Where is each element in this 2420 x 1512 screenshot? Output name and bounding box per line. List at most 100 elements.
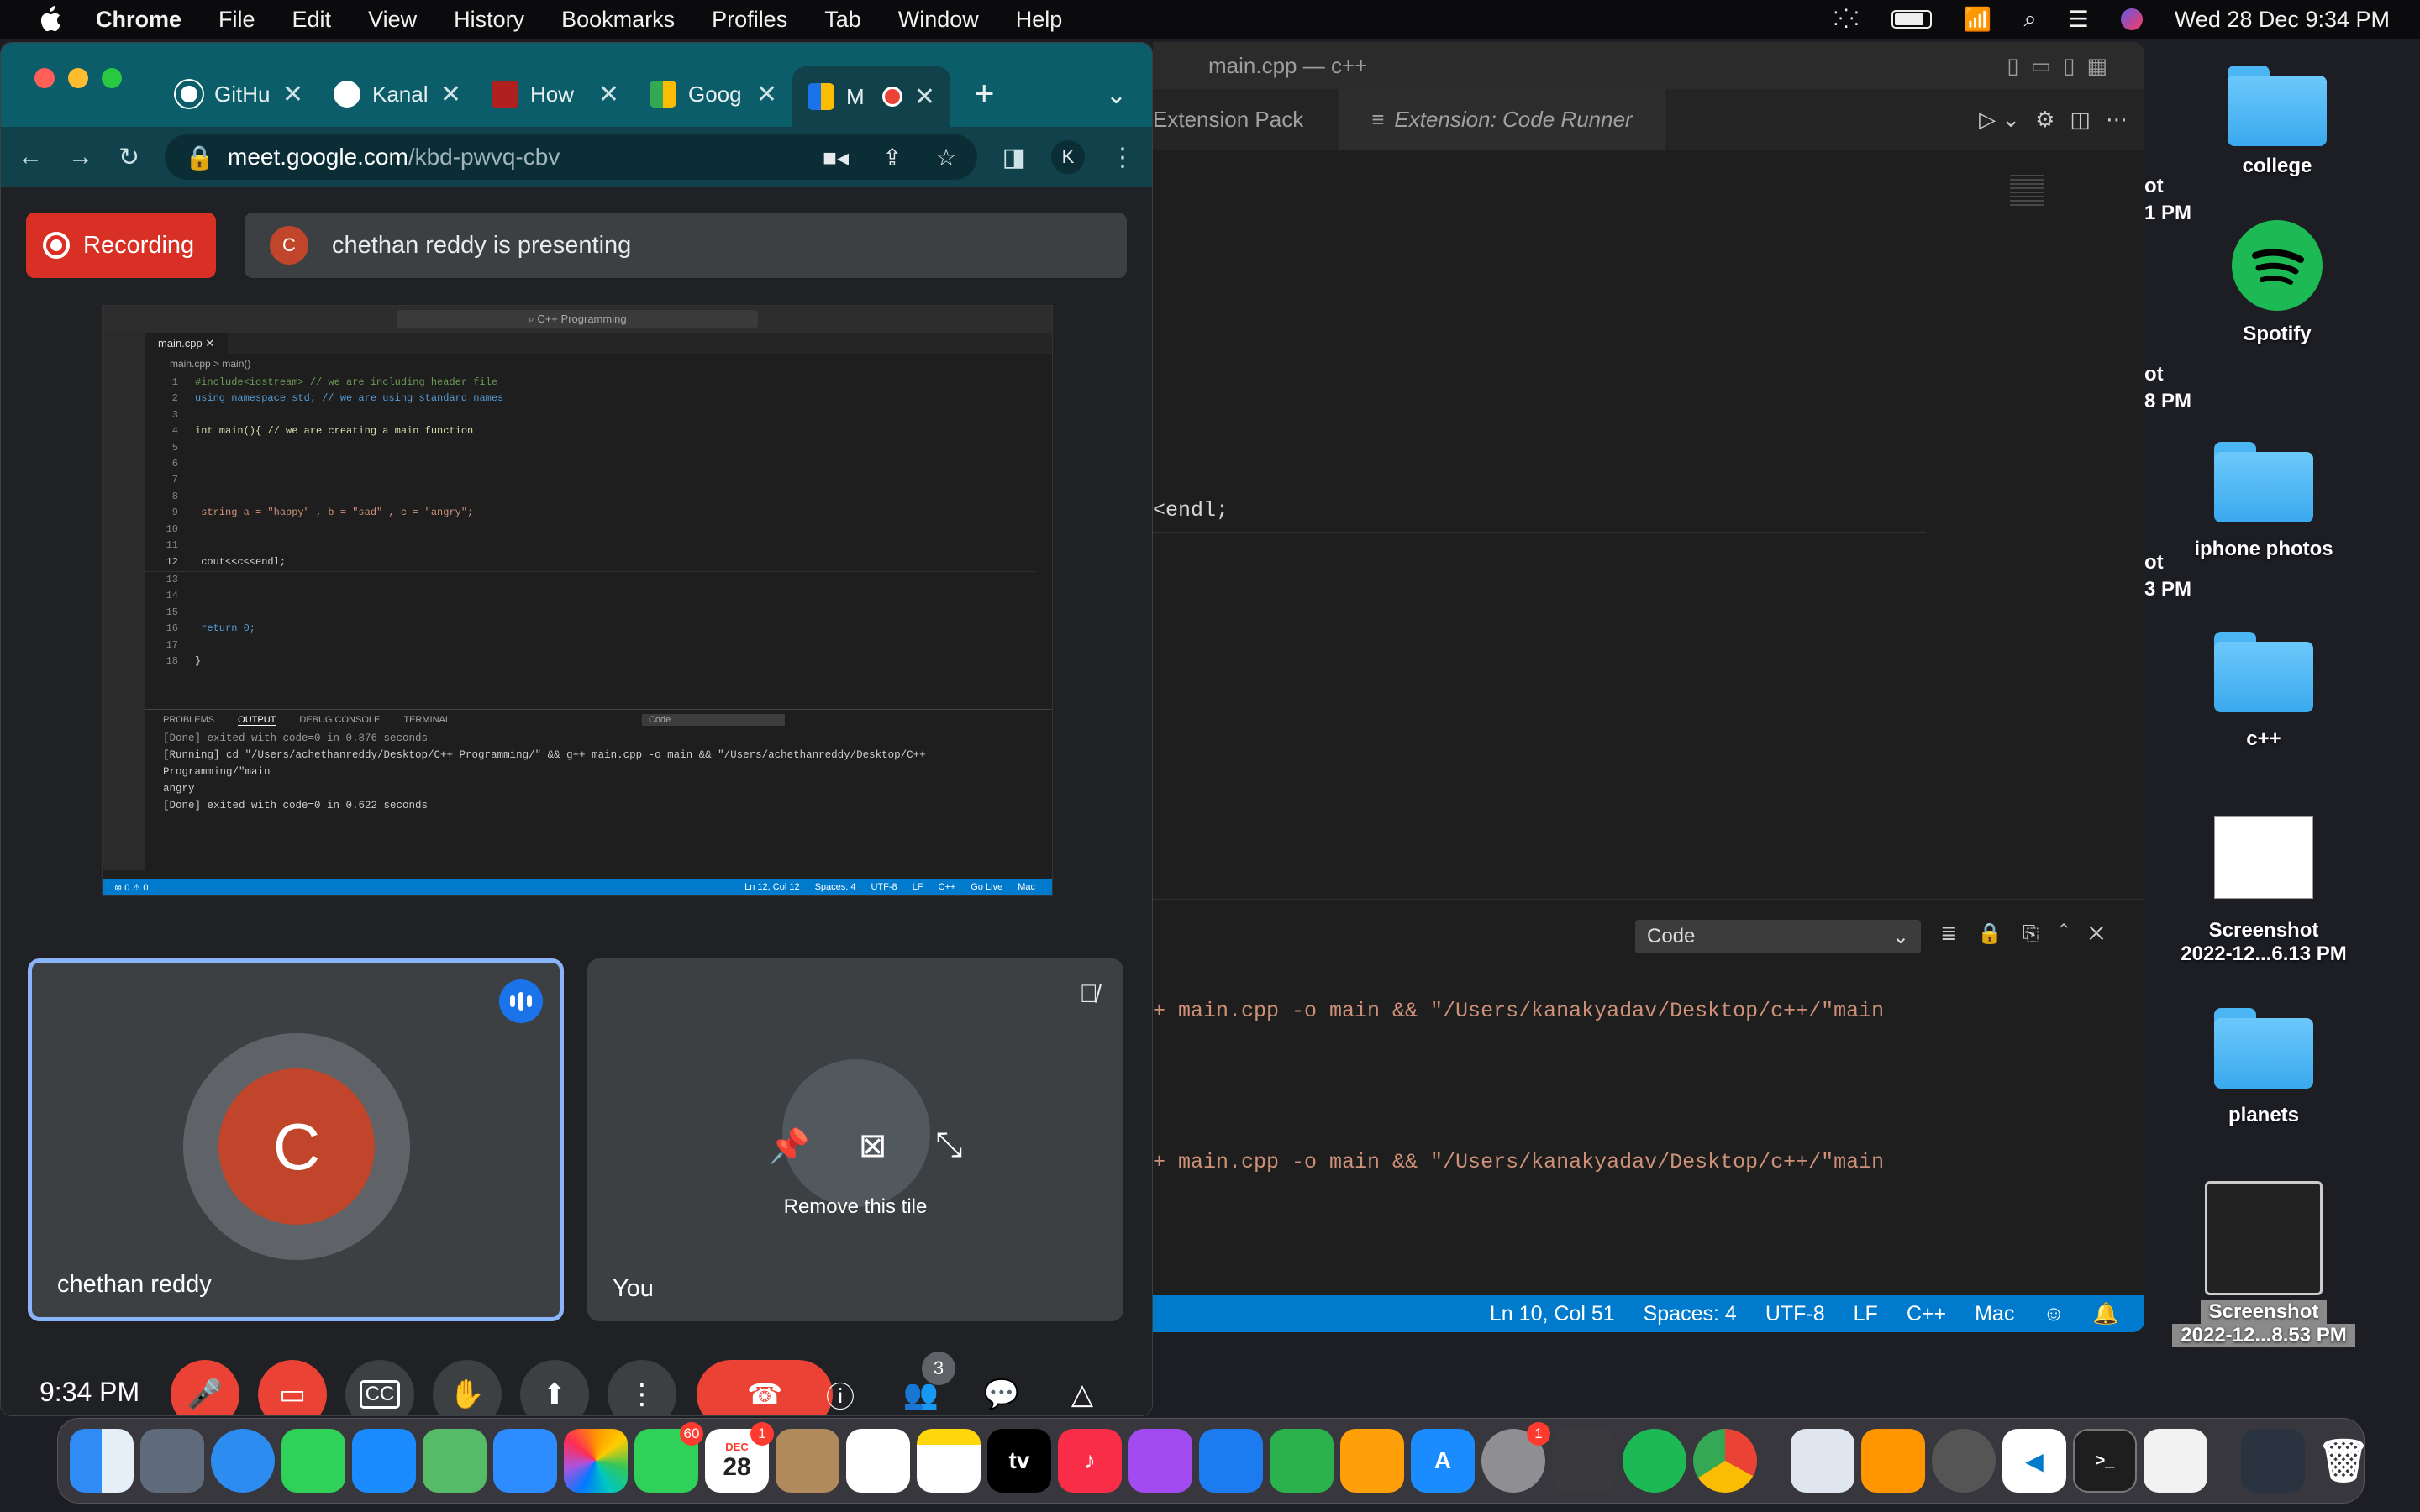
chat-button[interactable]: 💬 [967, 1360, 1036, 1415]
browser-tab-google[interactable]: Goog ✕ [634, 66, 792, 122]
layout-icons[interactable]: ▯▭▯▦ [2007, 53, 2119, 79]
reminders-icon[interactable] [846, 1429, 910, 1493]
people-button[interactable]: 👥 3 [886, 1352, 955, 1415]
chrome-icon[interactable] [1693, 1429, 1757, 1493]
status-eol[interactable]: LF [1854, 1302, 1878, 1326]
browser-tab-how[interactable]: How ✕ [476, 66, 634, 122]
search-icon[interactable]: ⌕ [2024, 6, 2037, 33]
menu-tab[interactable]: Tab [824, 7, 861, 33]
new-tab-button[interactable]: + [974, 73, 995, 113]
menu-history[interactable]: History [454, 7, 524, 33]
contacts-icon[interactable] [776, 1429, 839, 1493]
maps-icon[interactable] [423, 1429, 487, 1493]
downloads-stack-icon[interactable] [2241, 1429, 2305, 1493]
address-bar[interactable]: 🔒 meet.google.com/kbd-pwvq-cbv ■◂ ⇪ ☆ [165, 134, 977, 180]
close-tab-icon[interactable]: ✕ [914, 82, 935, 112]
podcasts-icon[interactable] [1128, 1429, 1192, 1493]
feedback-icon[interactable]: ☺ [2043, 1302, 2065, 1326]
tab-code-runner[interactable]: ≡ Extension: Code Runner [1338, 89, 1667, 150]
trash-icon[interactable]: 🗑 [2312, 1429, 2375, 1493]
apple-icon[interactable] [35, 5, 62, 34]
present-button[interactable]: ⬆ [520, 1360, 589, 1415]
zoom-icon[interactable] [493, 1429, 557, 1493]
share-icon[interactable]: ⇪ [882, 144, 902, 171]
music-icon[interactable]: ♪ [1058, 1429, 1122, 1493]
apple-tv-icon[interactable]: tv [987, 1429, 1051, 1493]
close-tab-icon[interactable]: ✕ [440, 80, 461, 109]
more-icon[interactable]: ⋯ [2106, 107, 2128, 133]
kebab-menu-icon[interactable]: ⋮ [1110, 143, 1135, 172]
menu-bookmarks[interactable]: Bookmarks [561, 7, 675, 33]
close-tab-icon[interactable]: ✕ [282, 80, 303, 109]
zoom-window-button[interactable] [102, 68, 122, 88]
participant-tile-you[interactable]: 🎙̸ 📌 ⊠ ⤡ Remove this tile You [587, 958, 1123, 1321]
minimize-window-button[interactable] [68, 68, 88, 88]
books-icon[interactable] [1861, 1429, 1925, 1493]
control-center-icon[interactable]: ☰ [2069, 7, 2089, 33]
browser-tab-kanal[interactable]: Kanal ✕ [318, 66, 476, 122]
facetime-icon[interactable]: 60 [634, 1422, 703, 1493]
menu-view[interactable]: View [368, 7, 417, 33]
tab-search-icon[interactable]: ⌄ [1106, 81, 1127, 110]
desktop-folder-cpp[interactable]: c++ [2154, 632, 2373, 751]
browser-tab-github[interactable]: GitHu ✕ [160, 66, 318, 122]
side-panel-icon[interactable]: ◨ [1002, 143, 1026, 172]
recording-button[interactable]: Recording [26, 213, 216, 278]
close-window-button[interactable] [34, 68, 55, 88]
status-encoding[interactable]: UTF-8 [1765, 1302, 1825, 1326]
camera-toggle-button[interactable]: ▭ [258, 1360, 327, 1415]
profile-avatar[interactable]: K [1051, 140, 1085, 174]
menu-clock[interactable]: Wed 28 Dec 9:34 PM [2175, 7, 2390, 33]
run-icon[interactable]: ▷ ⌄ [1979, 107, 2020, 133]
back-icon[interactable]: ← [18, 143, 43, 171]
menu-help[interactable]: Help [1016, 7, 1063, 33]
panel-actions[interactable]: ≣🔒⎘⌃✕ [1940, 921, 2124, 946]
messages-icon[interactable] [281, 1429, 345, 1493]
captions-button[interactable]: CC [345, 1360, 414, 1415]
audio-icon[interactable]: ⁚⁛⁚ [1833, 8, 1860, 30]
launchpad-icon[interactable] [140, 1429, 204, 1493]
reload-icon[interactable]: ↻ [118, 143, 139, 172]
spotify-dock-icon[interactable] [1623, 1429, 1686, 1493]
calendar-icon[interactable]: DEC 28 1 [705, 1422, 774, 1493]
finder-icon[interactable] [70, 1429, 134, 1493]
browser-tab-meet[interactable]: M ✕ [792, 66, 950, 127]
quicktime-icon[interactable] [1932, 1429, 1996, 1493]
raise-hand-button[interactable]: ✋ [433, 1360, 502, 1415]
textedit-icon[interactable] [2144, 1429, 2207, 1493]
vscode-icon[interactable]: ◀ [2002, 1429, 2066, 1493]
close-tab-icon[interactable]: ✕ [756, 80, 777, 109]
minimize-icon[interactable]: ⤡ [935, 1126, 962, 1166]
terminal-icon[interactable]: >_ [2073, 1429, 2137, 1493]
tab-extension-pack[interactable]: Extension Pack [1153, 89, 1339, 150]
wifi-icon[interactable]: 📶 [1964, 6, 1992, 33]
battery-icon[interactable] [1891, 10, 1932, 29]
system-settings-icon[interactable]: 1 [1481, 1422, 1550, 1493]
output-select[interactable]: Code ⌄ [1635, 920, 1921, 953]
activities-button[interactable]: △ [1048, 1360, 1117, 1415]
desktop-app-spotify[interactable]: Spotify [2168, 220, 2386, 346]
split-editor-icon[interactable]: ◫ [2070, 107, 2091, 133]
mail-icon[interactable] [352, 1429, 416, 1493]
status-os[interactable]: Mac [1975, 1302, 2014, 1326]
forward-icon[interactable]: → [68, 143, 93, 171]
calculator-icon[interactable] [1552, 1429, 1616, 1493]
menu-window[interactable]: Window [898, 7, 979, 33]
menu-edit[interactable]: Edit [292, 7, 332, 33]
status-spaces[interactable]: Spaces: 4 [1644, 1302, 1737, 1326]
participant-tile-chethan[interactable]: C chethan reddy [28, 958, 564, 1321]
remove-tile-icon[interactable]: ⊠ [859, 1126, 887, 1166]
bell-icon[interactable]: 🔔 [2093, 1302, 2119, 1326]
keynote-icon[interactable] [1199, 1429, 1263, 1493]
desktop-screenshot-2[interactable]: Screenshot 2022-12...8.53 PM [2154, 1181, 2373, 1347]
vscode-editor[interactable]: <endl; [1153, 150, 2144, 864]
meeting-info-button[interactable]: ⓘ [806, 1360, 875, 1415]
bookmark-star-icon[interactable]: ☆ [936, 144, 957, 171]
numbers-icon[interactable] [1270, 1429, 1334, 1493]
desktop-folder-planets[interactable]: planets [2154, 1008, 2373, 1127]
more-options-button[interactable]: ⋮ [608, 1360, 676, 1415]
pages-icon[interactable] [1340, 1429, 1404, 1493]
desktop-folder-college[interactable]: college [2168, 66, 2386, 178]
status-cursor[interactable]: Ln 10, Col 51 [1490, 1302, 1615, 1326]
siri-icon[interactable] [2120, 8, 2143, 30]
